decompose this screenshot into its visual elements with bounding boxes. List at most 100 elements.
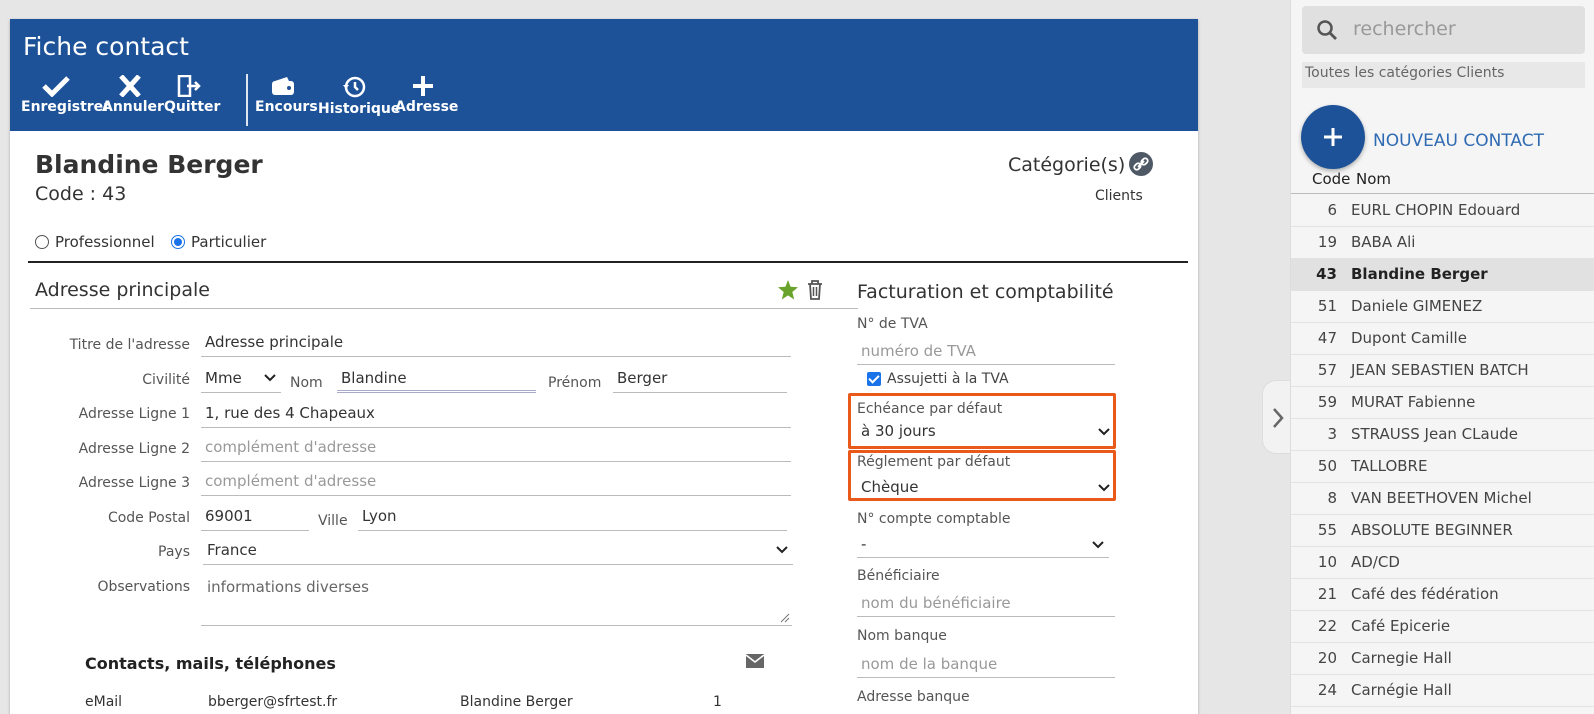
country-select[interactable]: France bbox=[203, 539, 793, 565]
list-item[interactable]: 51 Daniele GIMENEZ bbox=[1291, 291, 1594, 323]
chevron-down-icon bbox=[1092, 541, 1104, 549]
list-item-code: 50 bbox=[1317, 457, 1337, 475]
list-item[interactable]: 8 VAN BEETHOVEN Michel bbox=[1291, 483, 1594, 515]
list-item-code: 24 bbox=[1317, 681, 1337, 699]
category-filter[interactable]: Toutes les catégories Clients bbox=[1302, 62, 1585, 88]
list-item[interactable]: 20 Carnegie Hall bbox=[1291, 643, 1594, 675]
label-observations: Observations bbox=[97, 579, 190, 595]
label-country: Pays bbox=[158, 544, 190, 560]
address-section-title: Adresse principale bbox=[35, 279, 210, 301]
list-item[interactable]: 22 Café Epicerie bbox=[1291, 611, 1594, 643]
label-civility: Civilité bbox=[142, 372, 190, 388]
list-item[interactable]: 47 Dupont Camille bbox=[1291, 323, 1594, 355]
due-select[interactable]: à 30 jours bbox=[857, 419, 1115, 445]
list-item-name: Carnegie Hall bbox=[1351, 649, 1452, 667]
wallet-icon bbox=[272, 77, 294, 95]
search-input[interactable]: rechercher bbox=[1302, 6, 1585, 54]
billing-section-title: Facturation et comptabilité bbox=[857, 281, 1114, 303]
lastname-field[interactable]: Blandine bbox=[337, 367, 536, 393]
list-item[interactable]: 43 Blandine Berger bbox=[1291, 259, 1594, 291]
label-lastname: Nom bbox=[290, 375, 323, 391]
firstname-field[interactable]: Berger bbox=[613, 367, 787, 393]
contact-code: Code : 43 bbox=[35, 183, 127, 205]
label-vat: N° de TVA bbox=[857, 316, 928, 332]
quit-button[interactable]: Quitter bbox=[164, 75, 220, 115]
list-item-code: 51 bbox=[1317, 297, 1337, 315]
radio-private-circle[interactable] bbox=[171, 235, 185, 249]
list-item-name: JEAN SEBASTIEN BATCH bbox=[1351, 361, 1529, 379]
vat-field[interactable]: numéro de TVA bbox=[857, 339, 1115, 365]
payment-select[interactable]: Chèque bbox=[857, 475, 1115, 501]
civility-value: Mme bbox=[205, 369, 242, 387]
list-item[interactable]: 6 EURL CHOPIN Edouard bbox=[1291, 195, 1594, 227]
list-item-code: 43 bbox=[1316, 265, 1337, 283]
link-icon bbox=[1133, 157, 1149, 171]
vat-subject-checkbox[interactable]: Assujetti à la TVA bbox=[867, 371, 1009, 387]
city-field[interactable]: Lyon bbox=[358, 505, 787, 531]
address-title-field[interactable]: Adresse principale bbox=[201, 331, 791, 357]
contact-name: Blandine Berger bbox=[35, 150, 263, 179]
col-name-header[interactable]: Nom bbox=[1356, 170, 1391, 188]
contact-list: 6 EURL CHOPIN Edouard 19 BABA Ali 43 Blandine… bbox=[1291, 195, 1594, 707]
list-item[interactable]: 19 BABA Ali bbox=[1291, 227, 1594, 259]
list-item[interactable]: 59 MURAT Fabienne bbox=[1291, 387, 1594, 419]
category-value: Clients bbox=[1095, 188, 1143, 204]
add-address-button[interactable]: Adresse bbox=[395, 75, 458, 115]
contact-row-value[interactable]: bberger@sfrtest.fr bbox=[208, 694, 337, 710]
category-link-button[interactable] bbox=[1129, 152, 1153, 176]
list-item-name: BABA Ali bbox=[1351, 233, 1416, 251]
list-item-code: 22 bbox=[1317, 617, 1337, 635]
label-due: Echéance par défaut bbox=[857, 401, 1003, 417]
postal-code-field[interactable]: 69001 bbox=[201, 505, 309, 531]
list-item[interactable]: 24 Carnégie Hall bbox=[1291, 675, 1594, 707]
quit-label: Quitter bbox=[164, 99, 221, 115]
mail-icon[interactable] bbox=[745, 653, 765, 669]
contact-row-num[interactable]: 1 bbox=[713, 694, 722, 710]
new-contact-button[interactable] bbox=[1301, 105, 1365, 169]
resize-handle-icon[interactable] bbox=[780, 613, 790, 623]
cancel-button[interactable]: Annuler bbox=[102, 75, 164, 115]
list-item[interactable]: 21 Café des fédération bbox=[1291, 579, 1594, 611]
radio-professional[interactable]: Professionnel bbox=[35, 233, 155, 251]
contact-row-type[interactable]: eMail bbox=[85, 694, 122, 710]
list-item-name: STRAUSS Jean CLaude bbox=[1351, 425, 1518, 443]
chevron-down-icon bbox=[264, 374, 276, 382]
contact-row-name[interactable]: Blandine Berger bbox=[460, 694, 573, 710]
chevron-down-icon bbox=[1098, 428, 1110, 436]
list-item[interactable]: 55 ABSOLUTE BEGINNER bbox=[1291, 515, 1594, 547]
account-value: - bbox=[861, 535, 867, 553]
list-item[interactable]: 10 AD/CD bbox=[1291, 547, 1594, 579]
list-item[interactable]: 57 JEAN SEBASTIEN BATCH bbox=[1291, 355, 1594, 387]
account-select[interactable]: - bbox=[857, 532, 1109, 558]
save-button[interactable]: Enregistrer bbox=[21, 75, 110, 115]
col-code-header[interactable]: Code bbox=[1312, 170, 1350, 188]
new-contact-label[interactable]: NOUVEAU CONTACT bbox=[1373, 131, 1544, 151]
list-item-name: ABSOLUTE BEGINNER bbox=[1351, 521, 1513, 539]
address-line3-field[interactable]: complément d'adresse bbox=[201, 470, 791, 496]
checkbox-checked[interactable] bbox=[867, 372, 881, 386]
list-item[interactable]: 3 STRAUSS Jean CLaude bbox=[1291, 419, 1594, 451]
due-value: à 30 jours bbox=[861, 422, 936, 440]
list-item-name: MURAT Fabienne bbox=[1351, 393, 1476, 411]
history-label: Historique bbox=[318, 101, 401, 117]
encours-button[interactable]: Encours bbox=[255, 75, 318, 115]
history-button[interactable]: Historique bbox=[318, 75, 400, 117]
radio-professional-label: Professionnel bbox=[55, 233, 155, 251]
list-item[interactable]: 50 TALLOBRE bbox=[1291, 451, 1594, 483]
label-postal: Code Postal bbox=[107, 510, 190, 526]
list-item-code: 6 bbox=[1327, 201, 1337, 219]
address-line2-field[interactable]: complément d'adresse bbox=[201, 436, 791, 462]
trash-icon[interactable] bbox=[806, 279, 824, 301]
collapse-handle[interactable] bbox=[1262, 380, 1292, 454]
observations-textarea[interactable]: informations diverses bbox=[201, 574, 792, 626]
civility-select[interactable]: Mme bbox=[201, 367, 281, 393]
search-icon bbox=[1317, 20, 1337, 40]
radio-private[interactable]: Particulier bbox=[171, 233, 266, 251]
radio-professional-circle[interactable] bbox=[35, 235, 49, 249]
close-icon bbox=[119, 75, 141, 97]
address-line1-field[interactable]: 1, rue des 4 Chapeaux bbox=[201, 402, 791, 428]
beneficiary-field[interactable]: nom du bénéficiaire bbox=[857, 591, 1115, 617]
bank-field[interactable]: nom de la banque bbox=[857, 652, 1115, 678]
star-icon[interactable] bbox=[777, 279, 799, 301]
country-value: France bbox=[207, 541, 257, 559]
